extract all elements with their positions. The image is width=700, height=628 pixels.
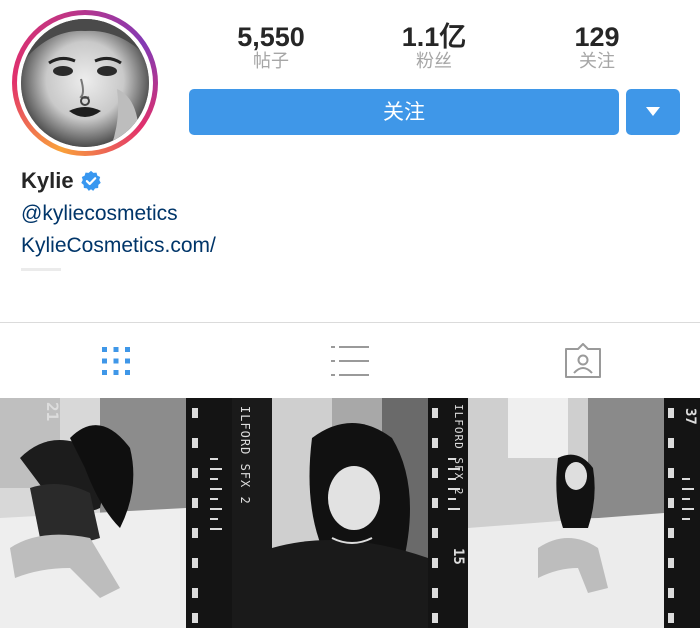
list-icon [331,346,369,376]
verified-badge-icon [80,170,101,191]
grid-icon [102,347,130,375]
film-edge-markings [186,398,232,628]
stat-following[interactable]: 129 关注 [532,22,662,72]
tab-list[interactable] [290,323,410,399]
avatar-photo [21,19,149,147]
film-edge-markings [664,398,700,628]
post-image [468,398,664,628]
post-thumbnail-3[interactable] [468,398,664,628]
followers-label: 粉丝 [416,51,452,72]
avatar-portrait [21,19,149,147]
film-strip-1b: ILFORD SFX 2 21 [43,398,272,628]
post-thumbnail-2[interactable] [272,398,428,628]
posts-grid: ILFORD SFX 2 21 ILFORD SFX 2 15 37 [0,398,700,628]
film-label-2: ILFORD SFX 2 [452,404,465,496]
following-label: 关注 [579,51,615,72]
profile-website-link[interactable]: KylieCosmetics.com/ [21,234,216,258]
film-frame-number-3: 37 [682,408,698,425]
triangle-down-icon [646,107,660,116]
post-thumbnail-1[interactable] [0,398,186,628]
profile-name: Kylie [21,168,74,193]
film-strip-1 [186,398,232,628]
profile-tab-bar [0,322,700,398]
stat-followers[interactable]: 1.1亿 粉丝 [369,22,499,72]
posts-label: 帖子 [253,51,289,72]
film-strip-3: 37 [664,398,700,628]
tab-grid[interactable] [56,323,176,399]
film-strip-2: ILFORD SFX 2 15 [428,398,468,628]
profile-header: 5,550 帖子 1.1亿 粉丝 129 关注 关注 Kylie @kyliec… [0,0,700,322]
suggestions-dropdown-button[interactable] [626,89,680,135]
film-frame-number-2: 15 [450,548,466,565]
tagged-icon [565,343,601,378]
post-image [0,398,186,628]
followers-count: 1.1亿 [401,22,467,52]
film-frame-number-1: 21 [43,402,62,422]
profile-name-row: Kylie [21,168,102,194]
stat-posts[interactable]: 5,550 帖子 [206,22,336,72]
follow-button[interactable]: 关注 [189,89,619,135]
post-image [272,398,428,628]
posts-count: 5,550 [237,22,305,52]
avatar[interactable] [12,10,158,156]
following-count: 129 [574,22,620,52]
faint-divider [21,268,61,271]
tab-tagged[interactable] [523,323,643,399]
profile-handle: @kyliecosmetics [21,202,178,225]
film-label-1: ILFORD SFX 2 [238,406,252,505]
